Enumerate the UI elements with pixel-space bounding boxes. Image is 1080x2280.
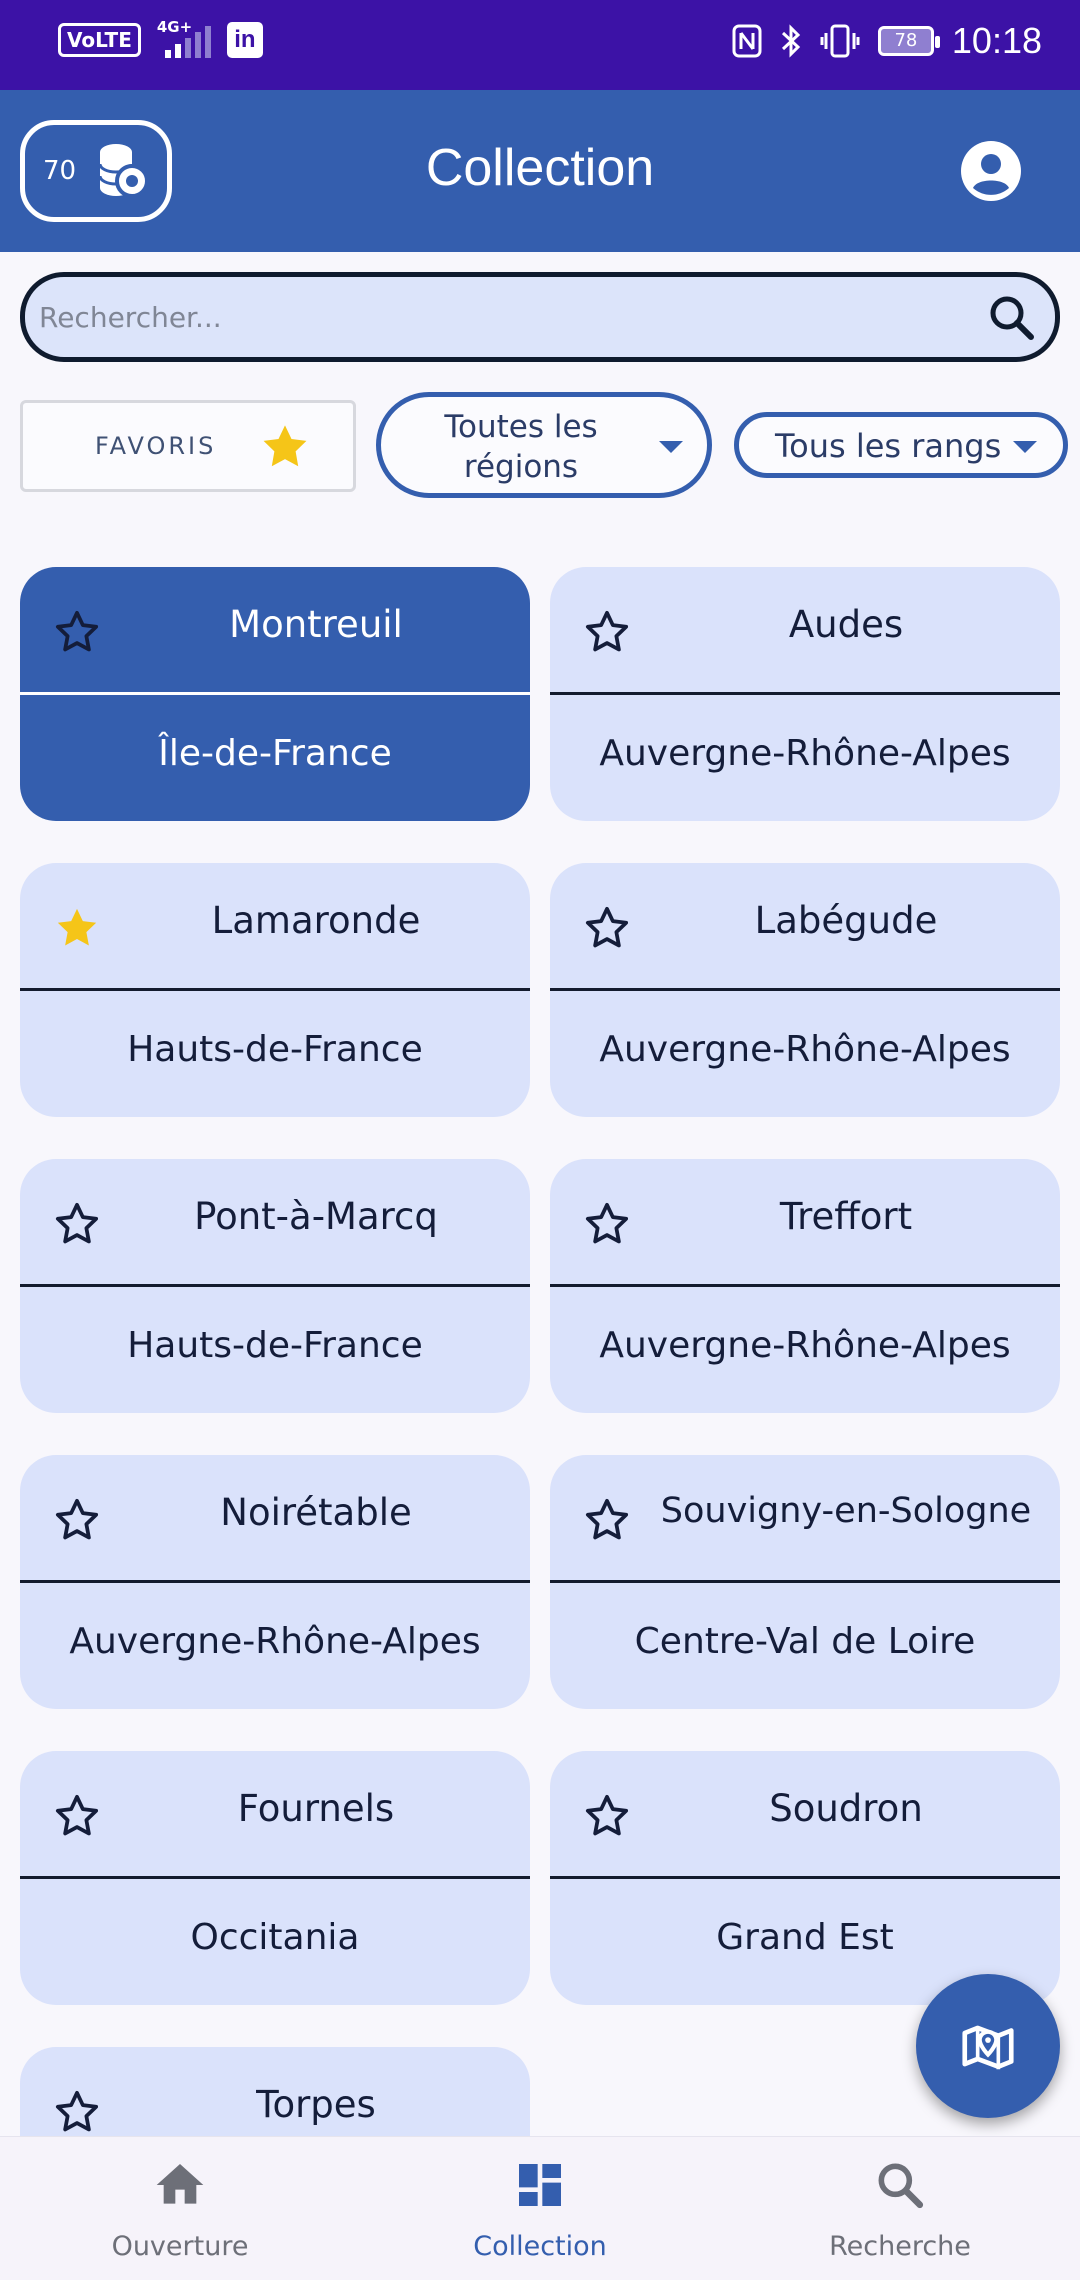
- card-town-name: Torpes: [256, 2083, 376, 2126]
- status-bar-left: VoLTE 4G+ in: [58, 18, 263, 58]
- nav-label: Ouverture: [111, 2231, 249, 2262]
- favorites-filter-label: FAVORIS: [95, 432, 217, 460]
- nav-label: Collection: [473, 2231, 607, 2262]
- dashboard-icon: [519, 2164, 561, 2206]
- star-outline-icon[interactable]: [582, 1791, 632, 1841]
- nfc-icon: [732, 24, 762, 58]
- card-region: Auvergne-Rhône-Alpes: [599, 733, 1011, 774]
- home-icon: [156, 2164, 204, 2204]
- collection-card[interactable]: Treffort Auvergne-Rhône-Alpes: [550, 1159, 1060, 1413]
- card-divider: [550, 1284, 1060, 1287]
- collection-card[interactable]: Fournels Occitania: [20, 1751, 530, 2005]
- star-filled-icon: [263, 425, 307, 467]
- volte-indicator: VoLTE: [58, 23, 141, 57]
- collection-card[interactable]: Pont-à-Marcq Hauts-de-France: [20, 1159, 530, 1413]
- status-bar-right: 78 10:18: [732, 20, 1042, 62]
- card-region: Hauts-de-France: [127, 1325, 423, 1366]
- card-town-name: Lamaronde: [211, 899, 421, 942]
- card-town-name: Noirétable: [220, 1491, 412, 1534]
- chevron-down-icon: [659, 441, 683, 453]
- search-icon: [878, 2163, 924, 2209]
- bottom-navigation: Ouverture Collection Recherche: [0, 2136, 1080, 2280]
- collection-card[interactable]: Noirétable Auvergne-Rhône-Alpes: [20, 1455, 530, 1709]
- card-region: Auvergne-Rhône-Alpes: [599, 1029, 1011, 1070]
- card-region: Auvergne-Rhône-Alpes: [599, 1325, 1011, 1366]
- card-region: Grand Est: [716, 1917, 894, 1958]
- app-bar: 70 Collection: [0, 90, 1080, 252]
- card-town-name: Audes: [788, 603, 904, 646]
- nav-item-recherche[interactable]: Recherche: [720, 2137, 1080, 2280]
- star-outline-icon[interactable]: [52, 1791, 102, 1841]
- card-divider: [20, 1284, 530, 1287]
- collection-card[interactable]: Souvigny-en-Sologne Centre-Val de Loire: [550, 1455, 1060, 1709]
- card-town-name: Fournels: [237, 1787, 395, 1830]
- card-divider: [20, 1580, 530, 1583]
- page-title: Collection: [425, 139, 655, 197]
- signal-icon: 4G+: [157, 18, 211, 58]
- star-outline-icon[interactable]: [582, 1495, 632, 1545]
- card-town-name: Pont-à-Marcq: [194, 1195, 438, 1238]
- star-outline-icon[interactable]: [582, 607, 632, 657]
- collection-card[interactable]: Labégude Auvergne-Rhône-Alpes: [550, 863, 1060, 1117]
- battery-icon: 78: [877, 26, 940, 56]
- card-town-name: Souvigny-en-Sologne: [660, 1491, 1032, 1531]
- card-region: Occitania: [190, 1917, 360, 1958]
- card-divider: [20, 692, 530, 695]
- card-divider: [550, 988, 1060, 991]
- card-divider: [20, 988, 530, 991]
- vibrate-icon: [820, 24, 860, 58]
- region-dropdown[interactable]: Toutes les régions: [376, 392, 712, 498]
- linkedin-icon: in: [226, 22, 263, 58]
- card-town-name: Soudron: [769, 1787, 923, 1830]
- search-input[interactable]: [39, 277, 979, 357]
- clock: 10:18: [951, 20, 1042, 61]
- map-location-icon: [962, 2025, 1014, 2070]
- region-dropdown-label: Toutes les régions: [444, 409, 598, 485]
- card-region: Centre-Val de Loire: [634, 1621, 976, 1662]
- nav-item-collection[interactable]: Collection: [360, 2137, 720, 2280]
- card-region: Île-de-France: [158, 733, 392, 774]
- star-outline-icon[interactable]: [52, 2087, 102, 2137]
- collection-card[interactable]: Lamaronde Hauts-de-France: [20, 863, 530, 1117]
- bluetooth-icon: [781, 24, 801, 58]
- star-outline-icon[interactable]: [582, 903, 632, 953]
- network-type: 4G+: [156, 18, 193, 36]
- card-town-name: Treffort: [779, 1195, 913, 1238]
- favorites-filter-button[interactable]: FAVORIS: [20, 400, 356, 492]
- collection-card[interactable]: Soudron Grand Est: [550, 1751, 1060, 2005]
- star-outline-icon[interactable]: [582, 1199, 632, 1249]
- rank-dropdown-label: Tous les rangs: [775, 427, 1002, 465]
- chevron-down-icon: [1013, 441, 1037, 453]
- account-icon[interactable]: [960, 140, 1022, 202]
- nav-item-ouverture[interactable]: Ouverture: [0, 2137, 360, 2280]
- search-bar: [20, 272, 1060, 362]
- star-filled-icon[interactable]: [52, 903, 102, 953]
- card-divider: [20, 1876, 530, 1879]
- card-town-name: Montreuil: [229, 603, 403, 646]
- card-region: Auvergne-Rhône-Alpes: [69, 1621, 481, 1662]
- card-divider: [550, 1876, 1060, 1879]
- card-town-name: Labégude: [754, 899, 938, 942]
- rank-dropdown[interactable]: Tous les rangs: [734, 412, 1068, 478]
- status-bar: VoLTE 4G+ in 78 10:18: [0, 0, 1080, 90]
- search-icon[interactable]: [987, 293, 1037, 343]
- card-divider: [550, 692, 1060, 695]
- collection-card[interactable]: Montreuil Île-de-France: [20, 567, 530, 821]
- map-button[interactable]: [916, 1974, 1060, 2118]
- card-region: Hauts-de-France: [127, 1029, 423, 1070]
- card-divider: [550, 1580, 1060, 1583]
- star-outline-icon[interactable]: [52, 607, 102, 657]
- collection-card[interactable]: Audes Auvergne-Rhône-Alpes: [550, 567, 1060, 821]
- nav-label: Recherche: [829, 2231, 971, 2262]
- star-outline-icon[interactable]: [52, 1199, 102, 1249]
- star-outline-icon[interactable]: [52, 1495, 102, 1545]
